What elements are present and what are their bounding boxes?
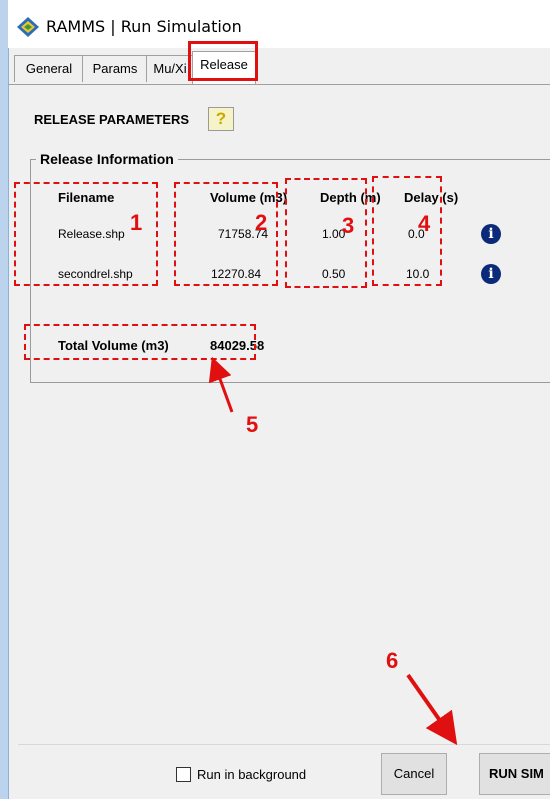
annotation-arrow-6 bbox=[406, 673, 458, 746]
annotation-arrow-5 bbox=[208, 356, 234, 413]
annotation-arrows bbox=[208, 356, 458, 746]
